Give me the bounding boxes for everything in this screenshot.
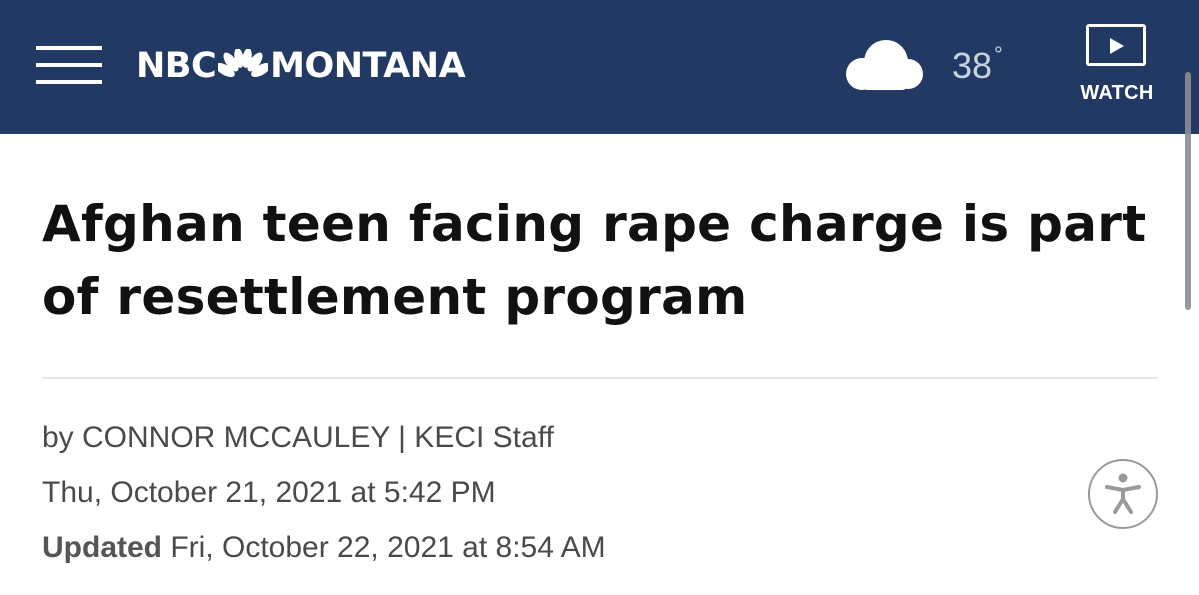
publish-date: Thu, October 21, 2021 at 5:42 PM — [42, 476, 496, 509]
hamburger-menu-icon[interactable] — [36, 46, 102, 86]
updated-date: Fri, October 22, 2021 at 8:54 AM — [170, 531, 606, 564]
weather-widget[interactable]: 38 ° — [840, 38, 1003, 94]
play-icon — [1110, 38, 1124, 54]
divider — [42, 377, 1158, 379]
watch-label: WATCH — [1080, 82, 1154, 104]
accessibility-button[interactable] — [1088, 459, 1158, 529]
article-byline: by CONNOR MCCAULEY | KECI Staff — [42, 421, 554, 454]
updated-label: Updated — [42, 531, 162, 564]
cloud-icon — [846, 40, 923, 90]
accessibility-icon — [1105, 473, 1141, 514]
scrollbar-thumb[interactable] — [1185, 72, 1191, 310]
site-logo[interactable]: NBC MONTANA — [136, 46, 466, 86]
degree-symbol: ° — [994, 42, 1003, 67]
temperature-value: 38 — [952, 45, 993, 86]
logo-text-nbc: NBC — [136, 46, 217, 86]
logo-text-station: MONTANA — [270, 46, 466, 86]
watch-button[interactable]: WATCH — [1076, 24, 1158, 110]
updated-date-line: Updated Fri, October 22, 2021 at 8:54 AM — [42, 530, 606, 566]
peacock-icon — [218, 49, 269, 83]
site-header: NBC MONTANA 38 ° WATCH — [0, 0, 1199, 134]
video-frame — [1086, 24, 1146, 66]
article-headline: Afghan teen facing rape charge is part o… — [42, 195, 1147, 326]
